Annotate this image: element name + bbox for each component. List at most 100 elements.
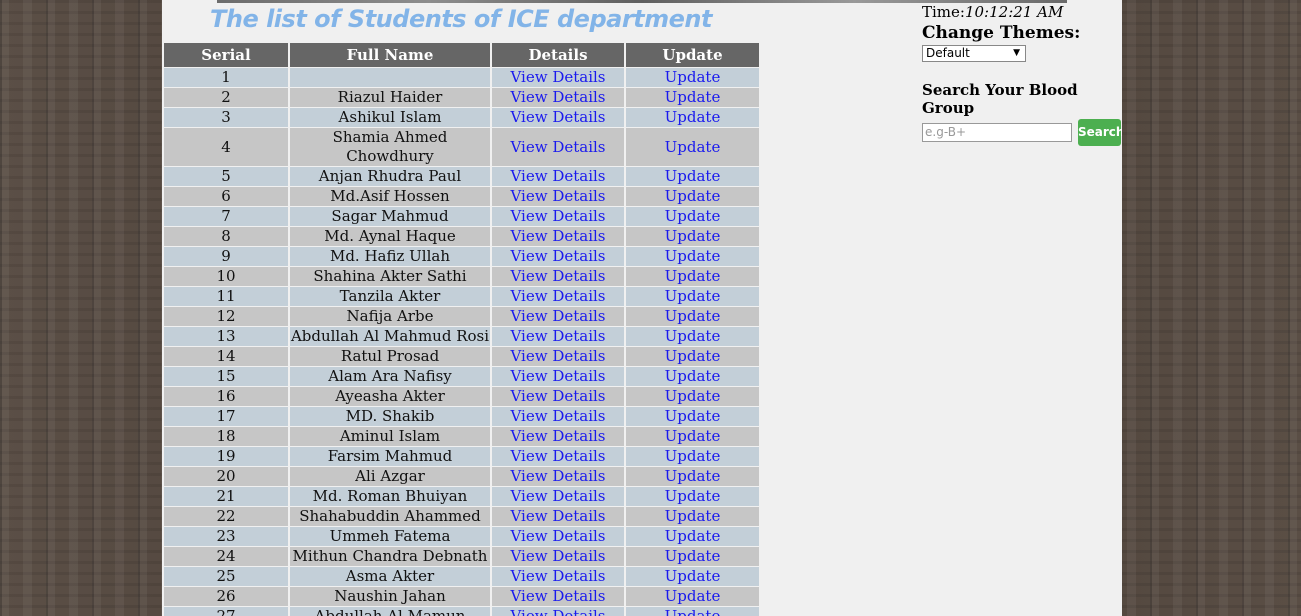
update-link[interactable]: Update bbox=[665, 387, 721, 405]
update-link[interactable]: Update bbox=[665, 207, 721, 225]
table-row: 10 Shahina Akter Sathi View Details Update bbox=[164, 267, 759, 286]
view-details-link[interactable]: View Details bbox=[510, 267, 605, 285]
details-cell: View Details bbox=[492, 347, 624, 366]
view-details-link[interactable]: View Details bbox=[510, 467, 605, 485]
update-cell: Update bbox=[626, 507, 759, 526]
view-details-link[interactable]: View Details bbox=[510, 167, 605, 185]
view-details-link[interactable]: View Details bbox=[510, 207, 605, 225]
view-details-link[interactable]: View Details bbox=[510, 247, 605, 265]
page-title: The list of Students of ICE department bbox=[209, 5, 713, 33]
update-link[interactable]: Update bbox=[665, 527, 721, 545]
table-row: 12 Nafija Arbe View Details Update bbox=[164, 307, 759, 326]
view-details-link[interactable]: View Details bbox=[510, 108, 605, 126]
blood-group-search-input[interactable]: e.g-B+ bbox=[922, 123, 1072, 142]
view-details-link[interactable]: View Details bbox=[510, 427, 605, 445]
view-details-link[interactable]: View Details bbox=[510, 567, 605, 585]
update-cell: Update bbox=[626, 247, 759, 266]
table-row: 27 Abdullah Al Mamun View Details Update bbox=[164, 607, 759, 616]
view-details-link[interactable]: View Details bbox=[510, 587, 605, 605]
view-details-link[interactable]: View Details bbox=[510, 287, 605, 305]
update-link[interactable]: Update bbox=[665, 68, 721, 86]
update-link[interactable]: Update bbox=[665, 327, 721, 345]
table-row: 16 Ayeasha Akter View Details Update bbox=[164, 387, 759, 406]
view-details-link[interactable]: View Details bbox=[510, 387, 605, 405]
details-cell: View Details bbox=[492, 527, 624, 546]
theme-select[interactable]: Default ▼ bbox=[922, 45, 1026, 62]
view-details-link[interactable]: View Details bbox=[510, 187, 605, 205]
update-link[interactable]: Update bbox=[665, 167, 721, 185]
view-details-link[interactable]: View Details bbox=[510, 527, 605, 545]
update-link[interactable]: Update bbox=[665, 347, 721, 365]
chevron-down-icon: ▼ bbox=[1013, 48, 1020, 58]
full-name-cell: Naushin Jahan bbox=[290, 587, 490, 606]
view-details-link[interactable]: View Details bbox=[510, 347, 605, 365]
table-row: 22 Shahabuddin Ahammed View Details Update bbox=[164, 507, 759, 526]
update-link[interactable]: Update bbox=[665, 287, 721, 305]
details-cell: View Details bbox=[492, 427, 624, 446]
view-details-link[interactable]: View Details bbox=[510, 327, 605, 345]
update-link[interactable]: Update bbox=[665, 567, 721, 585]
view-details-link[interactable]: View Details bbox=[510, 407, 605, 425]
update-link[interactable]: Update bbox=[665, 607, 721, 616]
update-link[interactable]: Update bbox=[665, 547, 721, 565]
update-link[interactable]: Update bbox=[665, 407, 721, 425]
update-cell: Update bbox=[626, 207, 759, 226]
update-link[interactable]: Update bbox=[665, 88, 721, 106]
update-link[interactable]: Update bbox=[665, 307, 721, 325]
update-cell: Update bbox=[626, 467, 759, 486]
details-cell: View Details bbox=[492, 467, 624, 486]
update-link[interactable]: Update bbox=[665, 247, 721, 265]
update-link[interactable]: Update bbox=[665, 487, 721, 505]
update-link[interactable]: Update bbox=[665, 467, 721, 485]
update-link[interactable]: Update bbox=[665, 587, 721, 605]
view-details-link[interactable]: View Details bbox=[510, 507, 605, 525]
header-details: Details bbox=[492, 43, 624, 67]
clock: Time:10:12:21 AM bbox=[922, 3, 1122, 21]
full-name-cell: Asma Akter bbox=[290, 567, 490, 586]
details-cell: View Details bbox=[492, 407, 624, 426]
update-link[interactable]: Update bbox=[665, 187, 721, 205]
time-label: Time: bbox=[922, 3, 965, 21]
view-details-link[interactable]: View Details bbox=[510, 487, 605, 505]
details-cell: View Details bbox=[492, 367, 624, 386]
update-cell: Update bbox=[626, 167, 759, 186]
update-cell: Update bbox=[626, 547, 759, 566]
view-details-link[interactable]: View Details bbox=[510, 227, 605, 245]
update-link[interactable]: Update bbox=[665, 267, 721, 285]
view-details-link[interactable]: View Details bbox=[510, 138, 605, 156]
view-details-link[interactable]: View Details bbox=[510, 68, 605, 86]
table-row: 18 Aminul Islam View Details Update bbox=[164, 427, 759, 446]
serial-cell: 11 bbox=[164, 287, 288, 306]
view-details-link[interactable]: View Details bbox=[510, 307, 605, 325]
table-row: 17 MD. Shakib View Details Update bbox=[164, 407, 759, 426]
update-link[interactable]: Update bbox=[665, 108, 721, 126]
serial-cell: 27 bbox=[164, 607, 288, 616]
update-link[interactable]: Update bbox=[665, 427, 721, 445]
view-details-link[interactable]: View Details bbox=[510, 367, 605, 385]
update-cell: Update bbox=[626, 367, 759, 386]
view-details-link[interactable]: View Details bbox=[510, 547, 605, 565]
serial-cell: 12 bbox=[164, 307, 288, 326]
full-name-cell: Anjan Rhudra Paul bbox=[290, 167, 490, 186]
table-row: 5 Anjan Rhudra Paul View Details Update bbox=[164, 167, 759, 186]
table-row: 3 Ashikul Islam View Details Update bbox=[164, 108, 759, 127]
update-link[interactable]: Update bbox=[665, 367, 721, 385]
students-table: Serial Full Name Details Update 1 View De… bbox=[162, 42, 761, 616]
update-link[interactable]: Update bbox=[665, 138, 721, 156]
full-name-cell: Riazul Haider bbox=[290, 88, 490, 107]
table-row: 7 Sagar Mahmud View Details Update bbox=[164, 207, 759, 226]
view-details-link[interactable]: View Details bbox=[510, 447, 605, 465]
view-details-link[interactable]: View Details bbox=[510, 607, 605, 616]
theme-select-value: Default bbox=[926, 46, 970, 60]
full-name-cell: Tanzila Akter bbox=[290, 287, 490, 306]
update-cell: Update bbox=[626, 287, 759, 306]
serial-cell: 7 bbox=[164, 207, 288, 226]
header-full-name: Full Name bbox=[290, 43, 490, 67]
update-link[interactable]: Update bbox=[665, 447, 721, 465]
update-cell: Update bbox=[626, 307, 759, 326]
search-button[interactable]: Search bbox=[1078, 119, 1122, 146]
update-link[interactable]: Update bbox=[665, 507, 721, 525]
serial-cell: 20 bbox=[164, 467, 288, 486]
view-details-link[interactable]: View Details bbox=[510, 88, 605, 106]
update-link[interactable]: Update bbox=[665, 227, 721, 245]
